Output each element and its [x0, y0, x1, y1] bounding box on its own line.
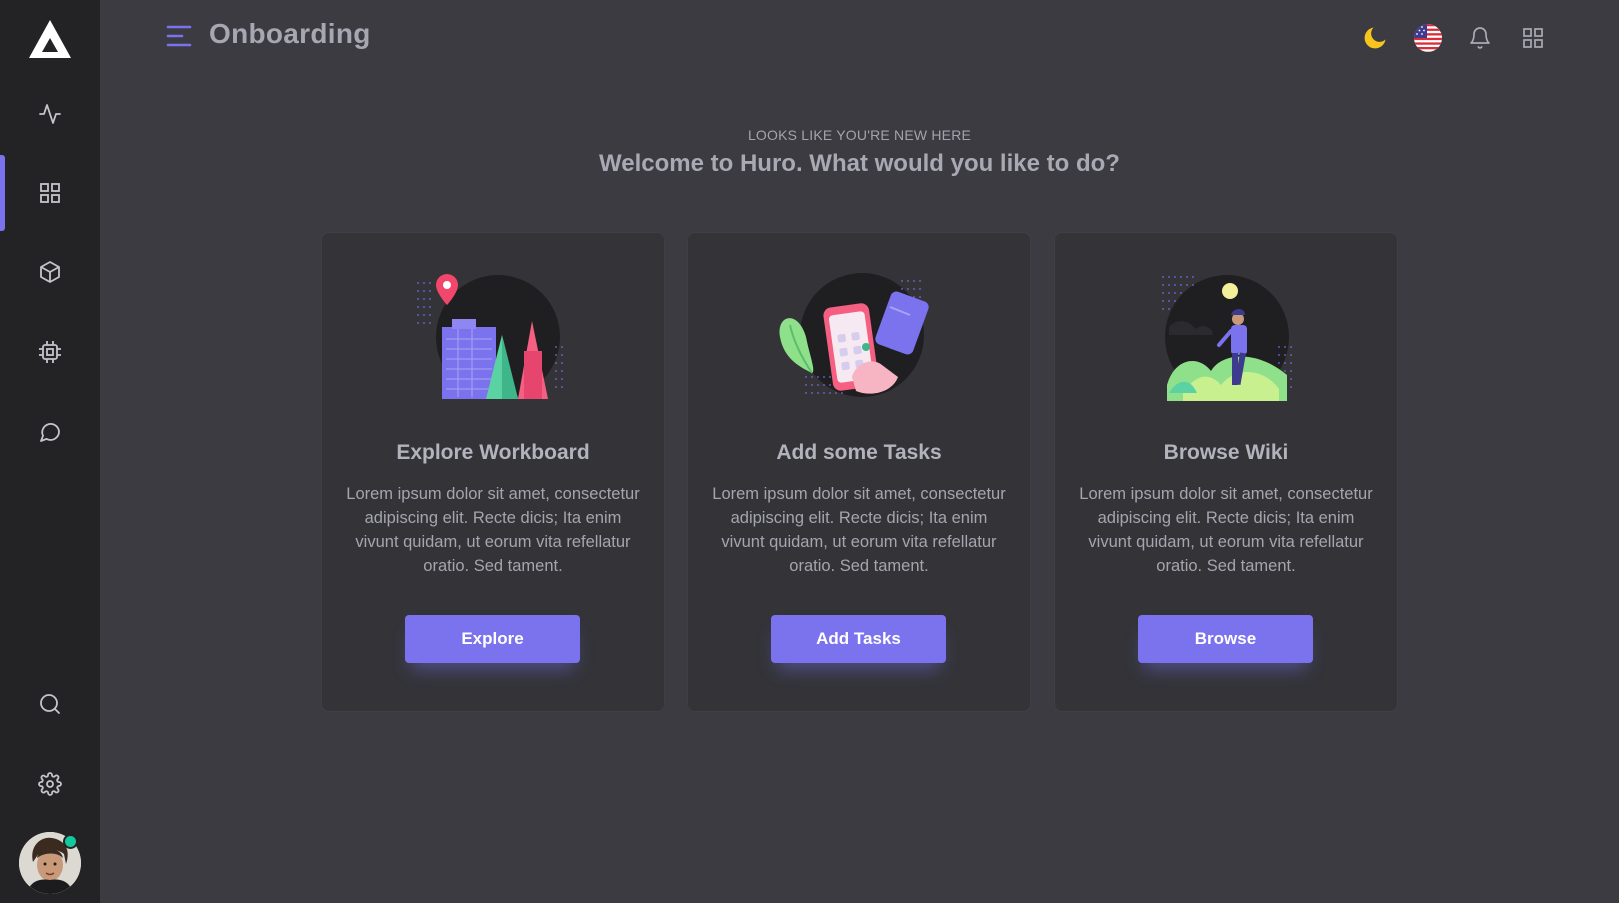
- page-title: Onboarding: [209, 18, 371, 49]
- phone-tasks-illustration-icon: [779, 273, 929, 397]
- sidebar-item-system[interactable]: [0, 314, 100, 390]
- browse-button[interactable]: Browse: [1138, 615, 1313, 663]
- hero-title: Welcome to Huro. What would you like to …: [599, 150, 1120, 177]
- card-explore-workboard: Explore Workboard Lorem ipsum dolor sit …: [321, 232, 665, 712]
- sidebar-item-messages[interactable]: [0, 394, 100, 470]
- online-status-indicator: [63, 834, 78, 849]
- card-title: Explore Workboard: [396, 441, 590, 464]
- city-illustration-icon: [417, 274, 563, 399]
- sidebar-item-components[interactable]: [0, 234, 100, 310]
- sidebar-item-settings[interactable]: [0, 746, 100, 822]
- apps-button[interactable]: [1515, 20, 1551, 56]
- sidebar-item-search[interactable]: [0, 666, 100, 742]
- grid-icon: [40, 183, 60, 203]
- card-description: Lorem ipsum dolor sit amet, consectetur …: [712, 485, 1006, 575]
- us-flag-icon: [1414, 24, 1442, 52]
- card-title: Add some Tasks: [776, 441, 942, 464]
- logo-icon[interactable]: [27, 18, 73, 60]
- card-browse-wiki: Browse Wiki Lorem ipsum dolor sit amet, …: [1054, 232, 1398, 712]
- notifications-button[interactable]: [1462, 20, 1498, 56]
- card-add-tasks: Add some Tasks Lorem ipsum dolor sit ame…: [687, 232, 1031, 712]
- search-icon: [40, 694, 60, 714]
- language-switcher[interactable]: [1410, 20, 1446, 56]
- menu-toggle-icon[interactable]: [166, 25, 192, 47]
- card-title: Browse Wiki: [1163, 441, 1289, 464]
- explore-button[interactable]: Explore: [405, 615, 580, 663]
- bell-icon: [1470, 27, 1490, 49]
- message-circle-icon: [40, 423, 60, 442]
- card-description: Lorem ipsum dolor sit amet, consectetur …: [346, 485, 640, 575]
- apps-grid-icon: [1523, 28, 1543, 48]
- activity-icon: [39, 104, 61, 124]
- box-icon: [40, 261, 60, 283]
- cpu-icon: [39, 341, 61, 363]
- settings-icon: [38, 772, 62, 796]
- moon-icon: [1364, 27, 1386, 49]
- card-description: Lorem ipsum dolor sit amet, consectetur …: [1079, 485, 1373, 575]
- dark-mode-toggle[interactable]: [1357, 20, 1393, 56]
- hero-kicker: LOOKS LIKE YOU'RE NEW HERE: [747, 127, 972, 143]
- add-tasks-button[interactable]: Add Tasks: [771, 615, 946, 663]
- explorer-illustration-icon: [1162, 275, 1292, 401]
